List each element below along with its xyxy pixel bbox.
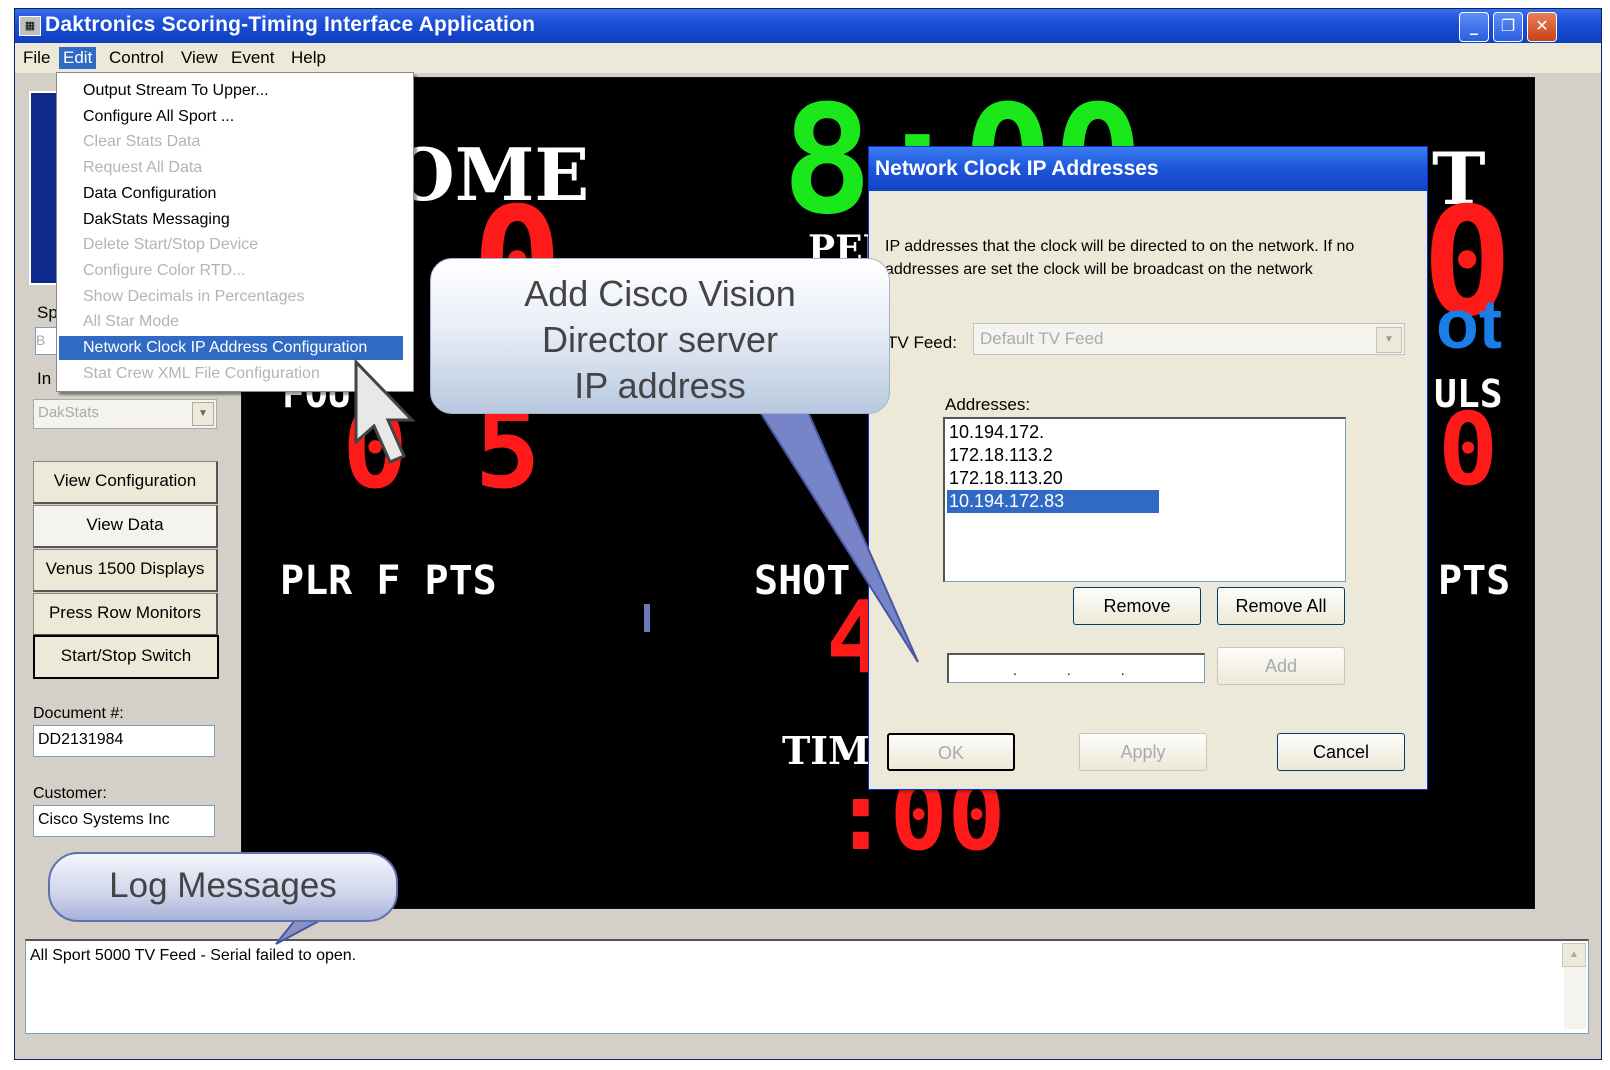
- tv-feed-label: TV Feed:: [887, 333, 957, 352]
- sport-field[interactable]: B: [35, 327, 57, 355]
- network-clock-dialog: Network Clock IP Addresses IP addresses …: [868, 146, 1428, 790]
- window-title: Daktronics Scoring-Timing Interface Appl…: [45, 13, 536, 36]
- menu-help[interactable]: Help: [287, 47, 330, 69]
- tv-feed-select[interactable]: Default TV Feed ▼: [973, 323, 1405, 355]
- add-button[interactable]: Add: [1217, 647, 1345, 685]
- input-label: In: [37, 369, 52, 388]
- close-button[interactable]: ✕: [1527, 12, 1557, 42]
- menu-bar: File Edit Control View Event Help: [15, 43, 1601, 73]
- chevron-down-icon[interactable]: ▼: [1376, 327, 1402, 353]
- start-stop-switch-button[interactable]: Start/Stop Switch: [33, 635, 219, 679]
- menu-item-dakstats-messaging[interactable]: DakStats Messaging: [59, 208, 403, 232]
- customer-label: Customer:: [33, 785, 107, 802]
- address-item-selected[interactable]: 10.194.172.83: [947, 490, 1159, 513]
- menu-item-output-stream[interactable]: Output Stream To Upper...: [59, 79, 403, 103]
- callout-line: IP address: [574, 365, 746, 406]
- remove-all-button[interactable]: Remove All: [1217, 587, 1345, 625]
- menu-item-configure-all-sport[interactable]: Configure All Sport ...: [59, 105, 403, 129]
- view-data-button[interactable]: View Data: [33, 505, 218, 548]
- maximize-button[interactable]: ❐: [1493, 12, 1523, 42]
- menu-item-data-configuration[interactable]: Data Configuration: [59, 182, 403, 206]
- brand-fragment: ot: [1436, 285, 1503, 363]
- menu-item-all-star-mode: All Star Mode: [83, 313, 180, 330]
- document-field[interactable]: DD2131984: [33, 725, 215, 757]
- callout-line: Director server: [541, 319, 779, 360]
- menu-edit[interactable]: Edit: [59, 47, 97, 69]
- menu-item-show-decimals: Show Decimals in Percentages: [83, 288, 305, 305]
- document-label: Document #:: [33, 705, 124, 722]
- addresses-label: Addresses:: [945, 395, 1031, 414]
- log-messages-callout: Log Messages: [48, 852, 398, 922]
- callout-line: Add Cisco Vision: [524, 273, 796, 314]
- dialog-description: IP addresses that the clock will be dire…: [885, 238, 1355, 278]
- menu-file[interactable]: File: [19, 47, 54, 69]
- cancel-button[interactable]: Cancel: [1277, 733, 1405, 771]
- remove-button[interactable]: Remove: [1073, 587, 1201, 625]
- fouls-right-value: 0: [1438, 391, 1499, 508]
- menu-item-delete-start-stop: Delete Start/Stop Device: [83, 236, 259, 253]
- title-bar[interactable]: ▦ Daktronics Scoring-Timing Interface Ap…: [15, 9, 1601, 43]
- menu-item-network-clock-ip[interactable]: Network Clock IP Address Configuration: [59, 336, 403, 360]
- player-fouls-points-label: PLR F PTS: [280, 558, 497, 604]
- chevron-down-icon[interactable]: ▼: [192, 402, 214, 426]
- venus-displays-button[interactable]: Venus 1500 Displays: [33, 549, 218, 592]
- sport-label: Sp: [37, 303, 58, 322]
- input-source-value: DakStats: [38, 404, 99, 421]
- dialog-title[interactable]: Network Clock IP Addresses: [869, 147, 1427, 191]
- tv-feed-value: Default TV Feed: [980, 329, 1104, 348]
- address-item[interactable]: 172.18.113.20: [947, 467, 1159, 490]
- log-message: All Sport 5000 TV Feed - Serial failed t…: [30, 947, 357, 964]
- addresses-list[interactable]: 10.194.172. 172.18.113.2 172.18.113.20 1…: [943, 417, 1346, 582]
- cisco-vision-callout: Add Cisco Vision Director server IP addr…: [430, 258, 890, 414]
- ok-button[interactable]: OK: [887, 733, 1015, 771]
- menu-item-configure-color-rtd: Configure Color RTD...: [83, 262, 246, 279]
- app-icon: ▦: [19, 16, 41, 36]
- log-messages-panel[interactable]: All Sport 5000 TV Feed - Serial failed t…: [25, 939, 1589, 1034]
- ip-address-input[interactable]: ...: [947, 653, 1205, 683]
- menu-control[interactable]: Control: [105, 47, 168, 69]
- input-source-select[interactable]: DakStats ▼: [33, 399, 217, 429]
- right-points-label: PTS: [1438, 558, 1511, 604]
- log-scrollbar[interactable]: ▲: [1562, 943, 1586, 1029]
- menu-item-request-all-data: Request All Data: [83, 159, 203, 176]
- minimize-button[interactable]: _: [1459, 12, 1489, 42]
- press-row-monitors-button[interactable]: Press Row Monitors: [33, 593, 218, 636]
- customer-field[interactable]: Cisco Systems Inc: [33, 805, 215, 837]
- address-item[interactable]: 172.18.113.2: [947, 444, 1159, 467]
- scroll-up-icon[interactable]: ▲: [1562, 943, 1586, 967]
- menu-item-clear-stats: Clear Stats Data: [83, 133, 201, 150]
- edit-dropdown-menu: Output Stream To Upper... Configure All …: [56, 72, 414, 392]
- apply-button[interactable]: Apply: [1079, 733, 1207, 771]
- divider-mark: [644, 604, 650, 632]
- mouse-cursor-icon: [354, 358, 416, 464]
- menu-event[interactable]: Event: [227, 47, 278, 69]
- menu-view[interactable]: View: [177, 47, 222, 69]
- address-item[interactable]: 10.194.172.: [947, 421, 1159, 444]
- view-configuration-button[interactable]: View Configuration: [33, 461, 218, 504]
